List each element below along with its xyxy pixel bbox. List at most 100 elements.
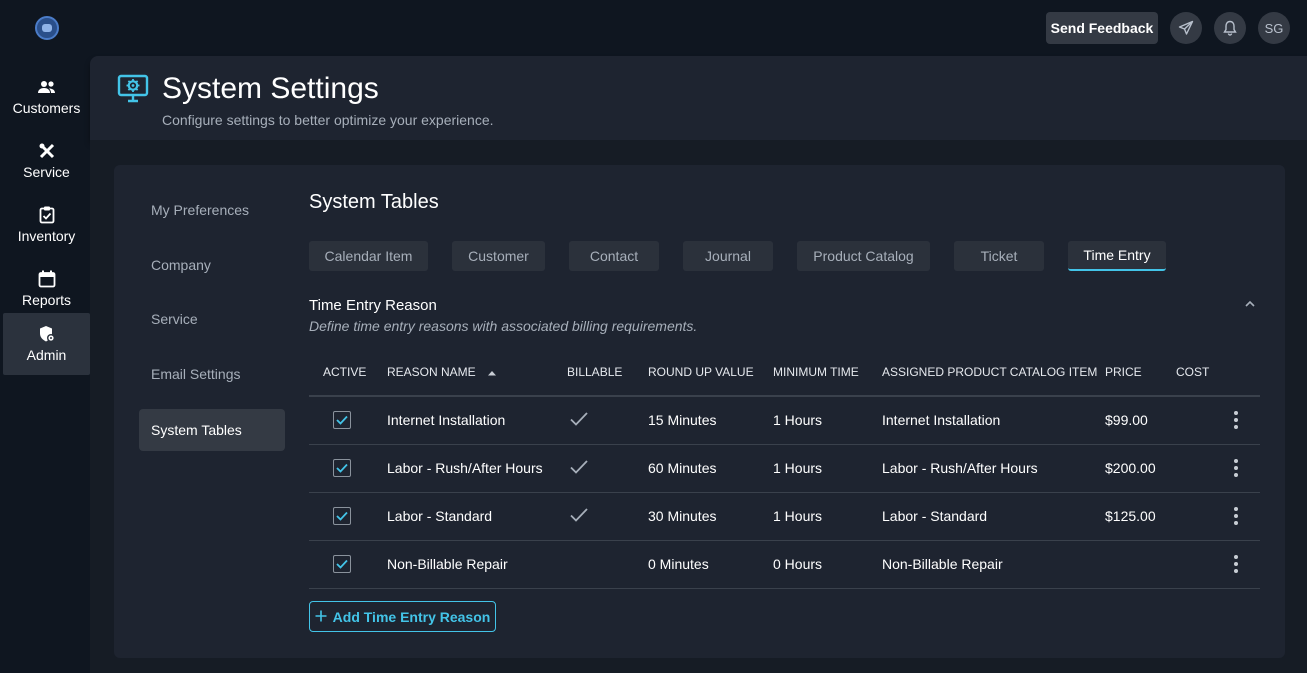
settings-menu-service[interactable]: Service bbox=[139, 298, 285, 340]
nav-item-admin[interactable]: Admin bbox=[3, 313, 90, 375]
tab-calendar-item[interactable]: Calendar Item bbox=[309, 241, 428, 271]
nav-label: Service bbox=[23, 164, 70, 180]
nav-label: Admin bbox=[26, 347, 67, 363]
billable-cell bbox=[567, 540, 648, 589]
price-cell: $125.00 bbox=[1105, 492, 1176, 541]
active-cell bbox=[309, 444, 387, 493]
column-header-label: REASON NAME bbox=[387, 364, 476, 379]
active-checkbox[interactable] bbox=[333, 411, 351, 430]
check-icon bbox=[569, 459, 589, 478]
billable-cell bbox=[567, 396, 648, 445]
left-nav: Customers Service Inventory Reports Admi… bbox=[0, 0, 90, 673]
tab-product-catalog[interactable]: Product Catalog bbox=[797, 241, 930, 271]
reason-name-cell: Non-Billable Repair bbox=[387, 540, 567, 589]
column-header-assigned-product: ASSIGNED PRODUCT CATALOG ITEM bbox=[882, 349, 1105, 397]
calendar-icon bbox=[38, 270, 56, 288]
sort-ascending-icon bbox=[487, 365, 497, 379]
nav-item-service[interactable]: Service bbox=[3, 130, 90, 192]
check-icon bbox=[569, 412, 589, 430]
settings-menu-my-preferences[interactable]: My Preferences bbox=[139, 189, 285, 231]
nav-item-customers[interactable]: Customers bbox=[3, 66, 90, 128]
table-row[interactable]: Internet Installation 15 Minutes 1 Hours In… bbox=[309, 396, 1260, 445]
actions-cell bbox=[1226, 396, 1260, 445]
active-checkbox[interactable] bbox=[333, 507, 351, 526]
round-up-cell: 60 Minutes bbox=[648, 444, 773, 493]
price-cell bbox=[1105, 540, 1176, 589]
table-row[interactable]: Labor - Standard 30 Minutes 1 Hours Labor -… bbox=[309, 492, 1260, 541]
tab-journal[interactable]: Journal bbox=[683, 241, 773, 271]
subsection-title: Time Entry Reason bbox=[309, 297, 437, 314]
bell-icon[interactable] bbox=[1214, 12, 1246, 44]
table-row[interactable]: Labor - Rush/After Hours 60 Minutes 1 Hour… bbox=[309, 444, 1260, 493]
nav-item-reports[interactable]: Reports bbox=[3, 258, 90, 320]
active-cell bbox=[309, 492, 387, 541]
more-options-icon[interactable] bbox=[1226, 411, 1246, 430]
actions-cell bbox=[1226, 492, 1260, 541]
product-cell: Internet Installation bbox=[882, 396, 1105, 445]
more-options-icon[interactable] bbox=[1226, 555, 1246, 573]
column-header-round-up-value: ROUND UP VALUE bbox=[648, 349, 773, 397]
send-feedback-button[interactable]: Send Feedback bbox=[1046, 12, 1158, 44]
subsection-description: Define time entry reasons with associate… bbox=[309, 318, 698, 334]
round-up-cell: 0 Minutes bbox=[648, 540, 773, 589]
column-header-active: ACTIVE bbox=[309, 349, 387, 397]
actions-cell bbox=[1226, 444, 1260, 493]
cost-cell bbox=[1176, 540, 1226, 589]
cost-cell bbox=[1176, 444, 1226, 493]
shield-gear-icon bbox=[38, 325, 56, 343]
minimum-time-cell: 0 Hours bbox=[773, 540, 882, 589]
column-header-actions bbox=[1226, 349, 1260, 397]
product-cell: Labor - Standard bbox=[882, 492, 1105, 541]
people-icon bbox=[37, 78, 57, 96]
chevron-up-icon[interactable] bbox=[1242, 296, 1258, 312]
minimum-time-cell: 1 Hours bbox=[773, 396, 882, 445]
app-logo[interactable] bbox=[35, 16, 59, 40]
tab-time-entry[interactable]: Time Entry bbox=[1068, 241, 1166, 271]
tab-contact[interactable]: Contact bbox=[569, 241, 659, 271]
column-header-reason-name[interactable]: REASON NAME bbox=[387, 349, 567, 397]
add-button-label: Add Time Entry Reason bbox=[332, 608, 491, 625]
round-up-cell: 30 Minutes bbox=[648, 492, 773, 541]
active-checkbox[interactable] bbox=[333, 459, 351, 478]
user-avatar[interactable]: SG bbox=[1258, 12, 1290, 44]
round-up-cell: 15 Minutes bbox=[648, 396, 773, 445]
check-icon bbox=[569, 507, 589, 526]
price-cell: $200.00 bbox=[1105, 444, 1176, 493]
time-entry-reason-table: ACTIVE REASON NAME BILLABLE ROUND UP VAL… bbox=[309, 349, 1260, 589]
settings-menu-company[interactable]: Company bbox=[139, 244, 285, 286]
actions-cell bbox=[1226, 540, 1260, 589]
minimum-time-cell: 1 Hours bbox=[773, 444, 882, 493]
page-title: System Settings bbox=[162, 72, 379, 105]
cost-cell bbox=[1176, 396, 1226, 445]
price-cell: $99.00 bbox=[1105, 396, 1176, 445]
product-cell: Non-Billable Repair bbox=[882, 540, 1105, 589]
minimum-time-cell: 1 Hours bbox=[773, 492, 882, 541]
column-header-cost: COST bbox=[1176, 349, 1226, 397]
nav-label: Inventory bbox=[17, 228, 76, 244]
settings-menu-system-tables[interactable]: System Tables bbox=[139, 409, 285, 451]
active-cell bbox=[309, 540, 387, 589]
billable-cell bbox=[567, 444, 648, 493]
more-options-icon[interactable] bbox=[1226, 507, 1246, 525]
reason-name-cell: Labor - Rush/After Hours bbox=[387, 444, 567, 493]
plus-icon bbox=[315, 609, 327, 625]
send-icon[interactable] bbox=[1170, 12, 1202, 44]
reason-name-cell: Labor - Standard bbox=[387, 492, 567, 541]
column-header-price: PRICE bbox=[1105, 349, 1176, 397]
cost-cell bbox=[1176, 492, 1226, 541]
monitor-gear-icon bbox=[117, 74, 149, 109]
column-header-minimum-time: MINIMUM TIME bbox=[773, 349, 882, 397]
nav-item-inventory[interactable]: Inventory bbox=[3, 194, 90, 256]
more-options-icon[interactable] bbox=[1226, 459, 1246, 477]
settings-menu-email-settings[interactable]: Email Settings bbox=[139, 353, 285, 395]
table-row[interactable]: Non-Billable Repair 0 Minutes 0 Hours Non-B… bbox=[309, 540, 1260, 589]
table-header-row: ACTIVE REASON NAME BILLABLE ROUND UP VAL… bbox=[309, 349, 1260, 397]
reason-name-cell: Internet Installation bbox=[387, 396, 567, 445]
nav-label: Customers bbox=[12, 100, 81, 116]
page-header: System Settings Configure settings to be… bbox=[90, 56, 1307, 140]
tab-customer[interactable]: Customer bbox=[452, 241, 545, 271]
add-time-entry-reason-button[interactable]: Add Time Entry Reason bbox=[309, 601, 496, 632]
tab-ticket[interactable]: Ticket bbox=[954, 241, 1044, 271]
active-checkbox[interactable] bbox=[333, 555, 351, 574]
tools-icon bbox=[38, 142, 56, 160]
